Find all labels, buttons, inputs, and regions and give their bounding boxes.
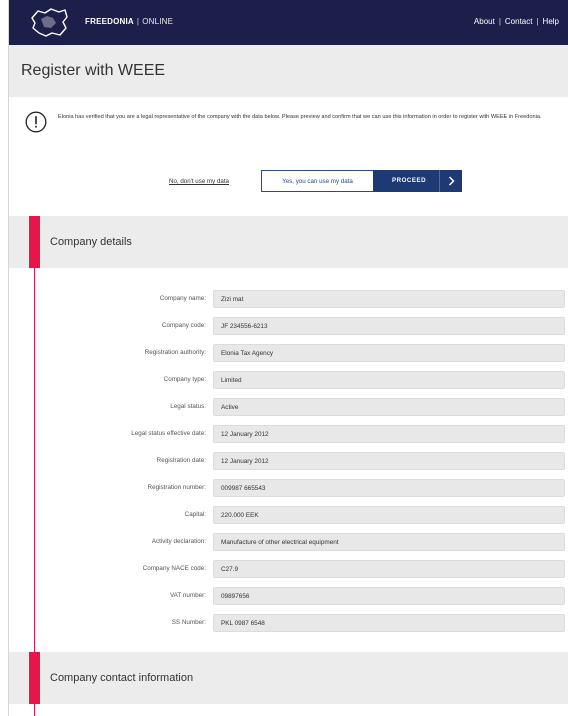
- registration-date-field: 12 January 2012: [213, 452, 565, 470]
- field-row-registration-authority: Registration authority: Elonia Tax Agenc…: [9, 344, 568, 362]
- about-link[interactable]: About: [474, 17, 495, 26]
- proceed-button[interactable]: PROCEED: [373, 170, 462, 192]
- freedonia-logo-icon[interactable]: [29, 6, 69, 39]
- header-links: About | Contact | Help: [474, 17, 559, 26]
- company-contact-section-header: Company contact information: [9, 652, 568, 704]
- field-label: Registration date:: [156, 457, 206, 464]
- link-separator: |: [498, 17, 501, 26]
- verification-notice: Elonia has verified that you are a legal…: [58, 114, 542, 120]
- field-label: Company name:: [159, 295, 206, 302]
- field-label: Company code:: [161, 322, 206, 329]
- section-accent-bar: [29, 652, 40, 704]
- help-link[interactable]: Help: [543, 17, 559, 26]
- ss-number-field: PKL 0987 6548: [213, 614, 565, 632]
- field-label: Activity declaration:: [151, 538, 206, 545]
- brand-title: FREEDONIA: [85, 17, 134, 26]
- legal-status-effective-date-field: 12 January 2012: [213, 425, 565, 443]
- contact-link[interactable]: Contact: [505, 17, 533, 26]
- company-name-field: Zizi mat: [213, 290, 565, 308]
- vat-number-field: 09897656: [213, 587, 565, 605]
- brand-separator: |: [136, 17, 140, 26]
- field-label: Company type:: [163, 376, 206, 383]
- field-label: Company NACE code:: [142, 565, 206, 572]
- registration-number-field: 009987 665543: [213, 479, 565, 497]
- activity-declaration-field: Manufacture of other electrical equipmen…: [213, 533, 565, 551]
- link-separator: |: [536, 17, 539, 26]
- decline-data-link[interactable]: No, don't use my data: [169, 178, 229, 185]
- field-row-legal-status: Legal status: Active: [9, 398, 568, 416]
- field-label: SS Number:: [171, 619, 206, 626]
- brand-suffix: ONLINE: [142, 17, 174, 26]
- field-row-registration-date: Registration date: 12 January 2012: [9, 452, 568, 470]
- page-title-bar: Register with WEEE: [9, 45, 568, 97]
- accept-data-label: Yes, you can use my data: [282, 177, 353, 185]
- chevron-right-icon: [439, 170, 462, 192]
- field-row-ss-number: SS Number: PKL 0987 6548: [9, 614, 568, 632]
- field-label: VAT number:: [169, 592, 206, 599]
- section-accent-line: [34, 704, 35, 716]
- field-row-company-code: Company code: JF 234556-6213: [9, 317, 568, 335]
- company-type-field: Limited: [213, 371, 565, 389]
- page-title: Register with WEEE: [21, 62, 166, 79]
- field-row-capital: Capital: 220.000 EEK: [9, 506, 568, 524]
- section-title-company-contact: Company contact information: [50, 672, 194, 684]
- company-nace-code-field: C27.9: [213, 560, 565, 578]
- legal-status-field: Active: [213, 398, 565, 416]
- accept-data-button[interactable]: Yes, you can use my data: [261, 170, 374, 192]
- registration-authority-field: Elonia Tax Agency: [213, 344, 565, 362]
- field-row-company-name: Company name: Zizi mat: [9, 290, 568, 308]
- company-details-section-header: Company details: [9, 216, 568, 268]
- field-row-legal-status-effective-date: Legal status effective date: 12 January …: [9, 425, 568, 443]
- capital-field: 220.000 EEK: [213, 506, 565, 524]
- field-label: Legal status:: [170, 403, 206, 410]
- brand-name: FREEDONIA | ONLINE: [85, 17, 173, 26]
- top-navigation-bar: FREEDONIA | ONLINE About | Contact | Help: [9, 0, 568, 45]
- field-row-activity-declaration: Activity declaration: Manufacture of oth…: [9, 533, 568, 551]
- section-title-company-details: Company details: [50, 236, 132, 248]
- field-row-company-nace-code: Company NACE code: C27.9: [9, 560, 568, 578]
- field-row-registration-number: Registration number: 009987 665543: [9, 479, 568, 497]
- field-row-company-type: Company type: Limited: [9, 371, 568, 389]
- proceed-label: PROCEED: [392, 177, 427, 184]
- exclamation-circle-icon: [25, 111, 47, 133]
- section-accent-bar: [29, 216, 40, 268]
- field-label: Registration number:: [147, 484, 206, 491]
- page-frame: FREEDONIA | ONLINE About | Contact | Help Regi…: [8, 0, 568, 716]
- field-label: Capital:: [184, 511, 206, 518]
- company-code-field: JF 234556-6213: [213, 317, 565, 335]
- field-label: Legal status effective date:: [131, 430, 206, 437]
- field-label: Registration authority:: [144, 349, 206, 356]
- field-row-vat-number: VAT number: 09897656: [9, 587, 568, 605]
